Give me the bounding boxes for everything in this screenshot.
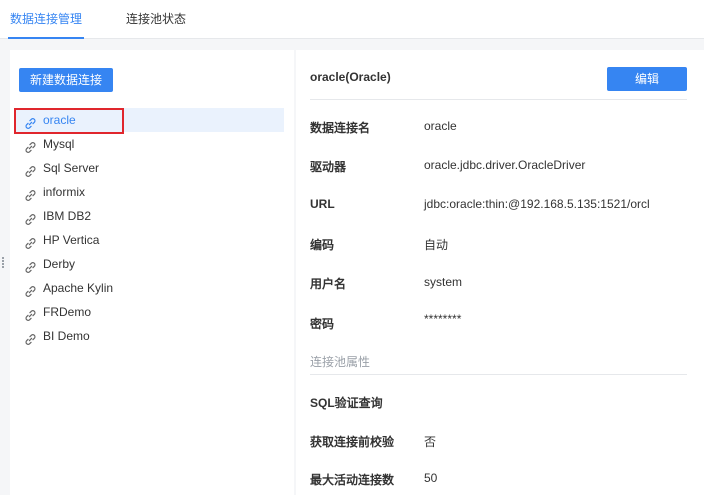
driver-value: oracle.jdbc.driver.OracleDriver xyxy=(424,158,586,172)
connection-name-label: 数据连接名 xyxy=(310,121,371,135)
password-value: ******** xyxy=(424,312,462,326)
connection-pool-section-title: 连接池属性 xyxy=(310,355,371,369)
link-icon xyxy=(24,138,37,153)
connection-item-hp-vertica[interactable]: HP Vertica xyxy=(14,228,284,252)
connection-label: Mysql xyxy=(43,137,75,151)
max-active-connections-value: 50 xyxy=(424,471,438,485)
username-value: system xyxy=(424,275,463,289)
connection-label: oracle xyxy=(43,113,76,127)
link-icon xyxy=(24,210,37,225)
connection-name-value: oracle xyxy=(424,119,457,133)
link-icon xyxy=(24,258,37,273)
validate-before-borrow-value: 否 xyxy=(424,435,437,449)
connection-list-panel: 新建数据连接 oracle Mysql Sql Server informix … xyxy=(10,50,294,495)
sql-validation-query-label: SQL验证查询 xyxy=(310,396,383,410)
url-value: jdbc:oracle:thin:@192.168.5.135:1521/orc… xyxy=(424,197,650,211)
connection-label: HP Vertica xyxy=(43,233,100,247)
detail-header: oracle(Oracle) 编辑 xyxy=(310,50,687,100)
connection-item-bi-demo[interactable]: BI Demo xyxy=(14,324,284,348)
connection-detail-panel: oracle(Oracle) 编辑 数据连接名 oracle 驱动器 oracl… xyxy=(296,50,704,495)
username-label: 用户名 xyxy=(310,277,347,291)
edit-button[interactable]: 编辑 xyxy=(607,67,687,91)
connection-item-mysql[interactable]: Mysql xyxy=(14,132,284,156)
connection-label: informix xyxy=(43,185,86,199)
connection-label: Sql Server xyxy=(43,161,100,175)
connection-item-frdemo[interactable]: FRDemo xyxy=(14,300,284,324)
connection-label: Derby xyxy=(43,257,76,271)
tab-data-connection-management[interactable]: 数据连接管理 xyxy=(7,0,85,39)
connection-label: BI Demo xyxy=(43,329,90,343)
encoding-value: 自动 xyxy=(424,238,449,252)
url-label: URL xyxy=(310,197,335,211)
connection-item-informix[interactable]: informix xyxy=(14,180,284,204)
connection-title: oracle(Oracle) xyxy=(310,70,391,84)
drag-handle-icon[interactable] xyxy=(2,257,6,269)
link-icon xyxy=(24,234,37,249)
connection-label: Apache Kylin xyxy=(43,281,114,295)
link-icon xyxy=(24,306,37,321)
link-icon xyxy=(24,162,37,177)
top-tab-bar: 数据连接管理 连接池状态 xyxy=(0,0,704,39)
link-icon xyxy=(24,282,37,297)
encoding-label: 编码 xyxy=(310,238,335,252)
new-data-connection-button[interactable]: 新建数据连接 xyxy=(19,68,113,92)
tab-connection-pool-status[interactable]: 连接池状态 xyxy=(126,0,186,39)
driver-label: 驱动器 xyxy=(310,160,347,174)
connection-item-oracle[interactable]: oracle xyxy=(14,108,284,132)
connection-item-apache-kylin[interactable]: Apache Kylin xyxy=(14,276,284,300)
connection-item-derby[interactable]: Derby xyxy=(14,252,284,276)
max-active-connections-label: 最大活动连接数 xyxy=(310,473,395,487)
link-icon xyxy=(24,186,37,201)
connection-label: IBM DB2 xyxy=(43,209,92,223)
connection-label: FRDemo xyxy=(43,305,92,319)
link-icon xyxy=(24,114,37,129)
password-label: 密码 xyxy=(310,317,335,331)
connection-item-ibm-db2[interactable]: IBM DB2 xyxy=(14,204,284,228)
link-icon xyxy=(24,330,37,345)
connection-item-sql-server[interactable]: Sql Server xyxy=(14,156,284,180)
connection-list: oracle Mysql Sql Server informix IBM DB2… xyxy=(14,108,284,348)
section-divider xyxy=(310,374,687,375)
validate-before-borrow-label: 获取连接前校验 xyxy=(310,435,395,449)
